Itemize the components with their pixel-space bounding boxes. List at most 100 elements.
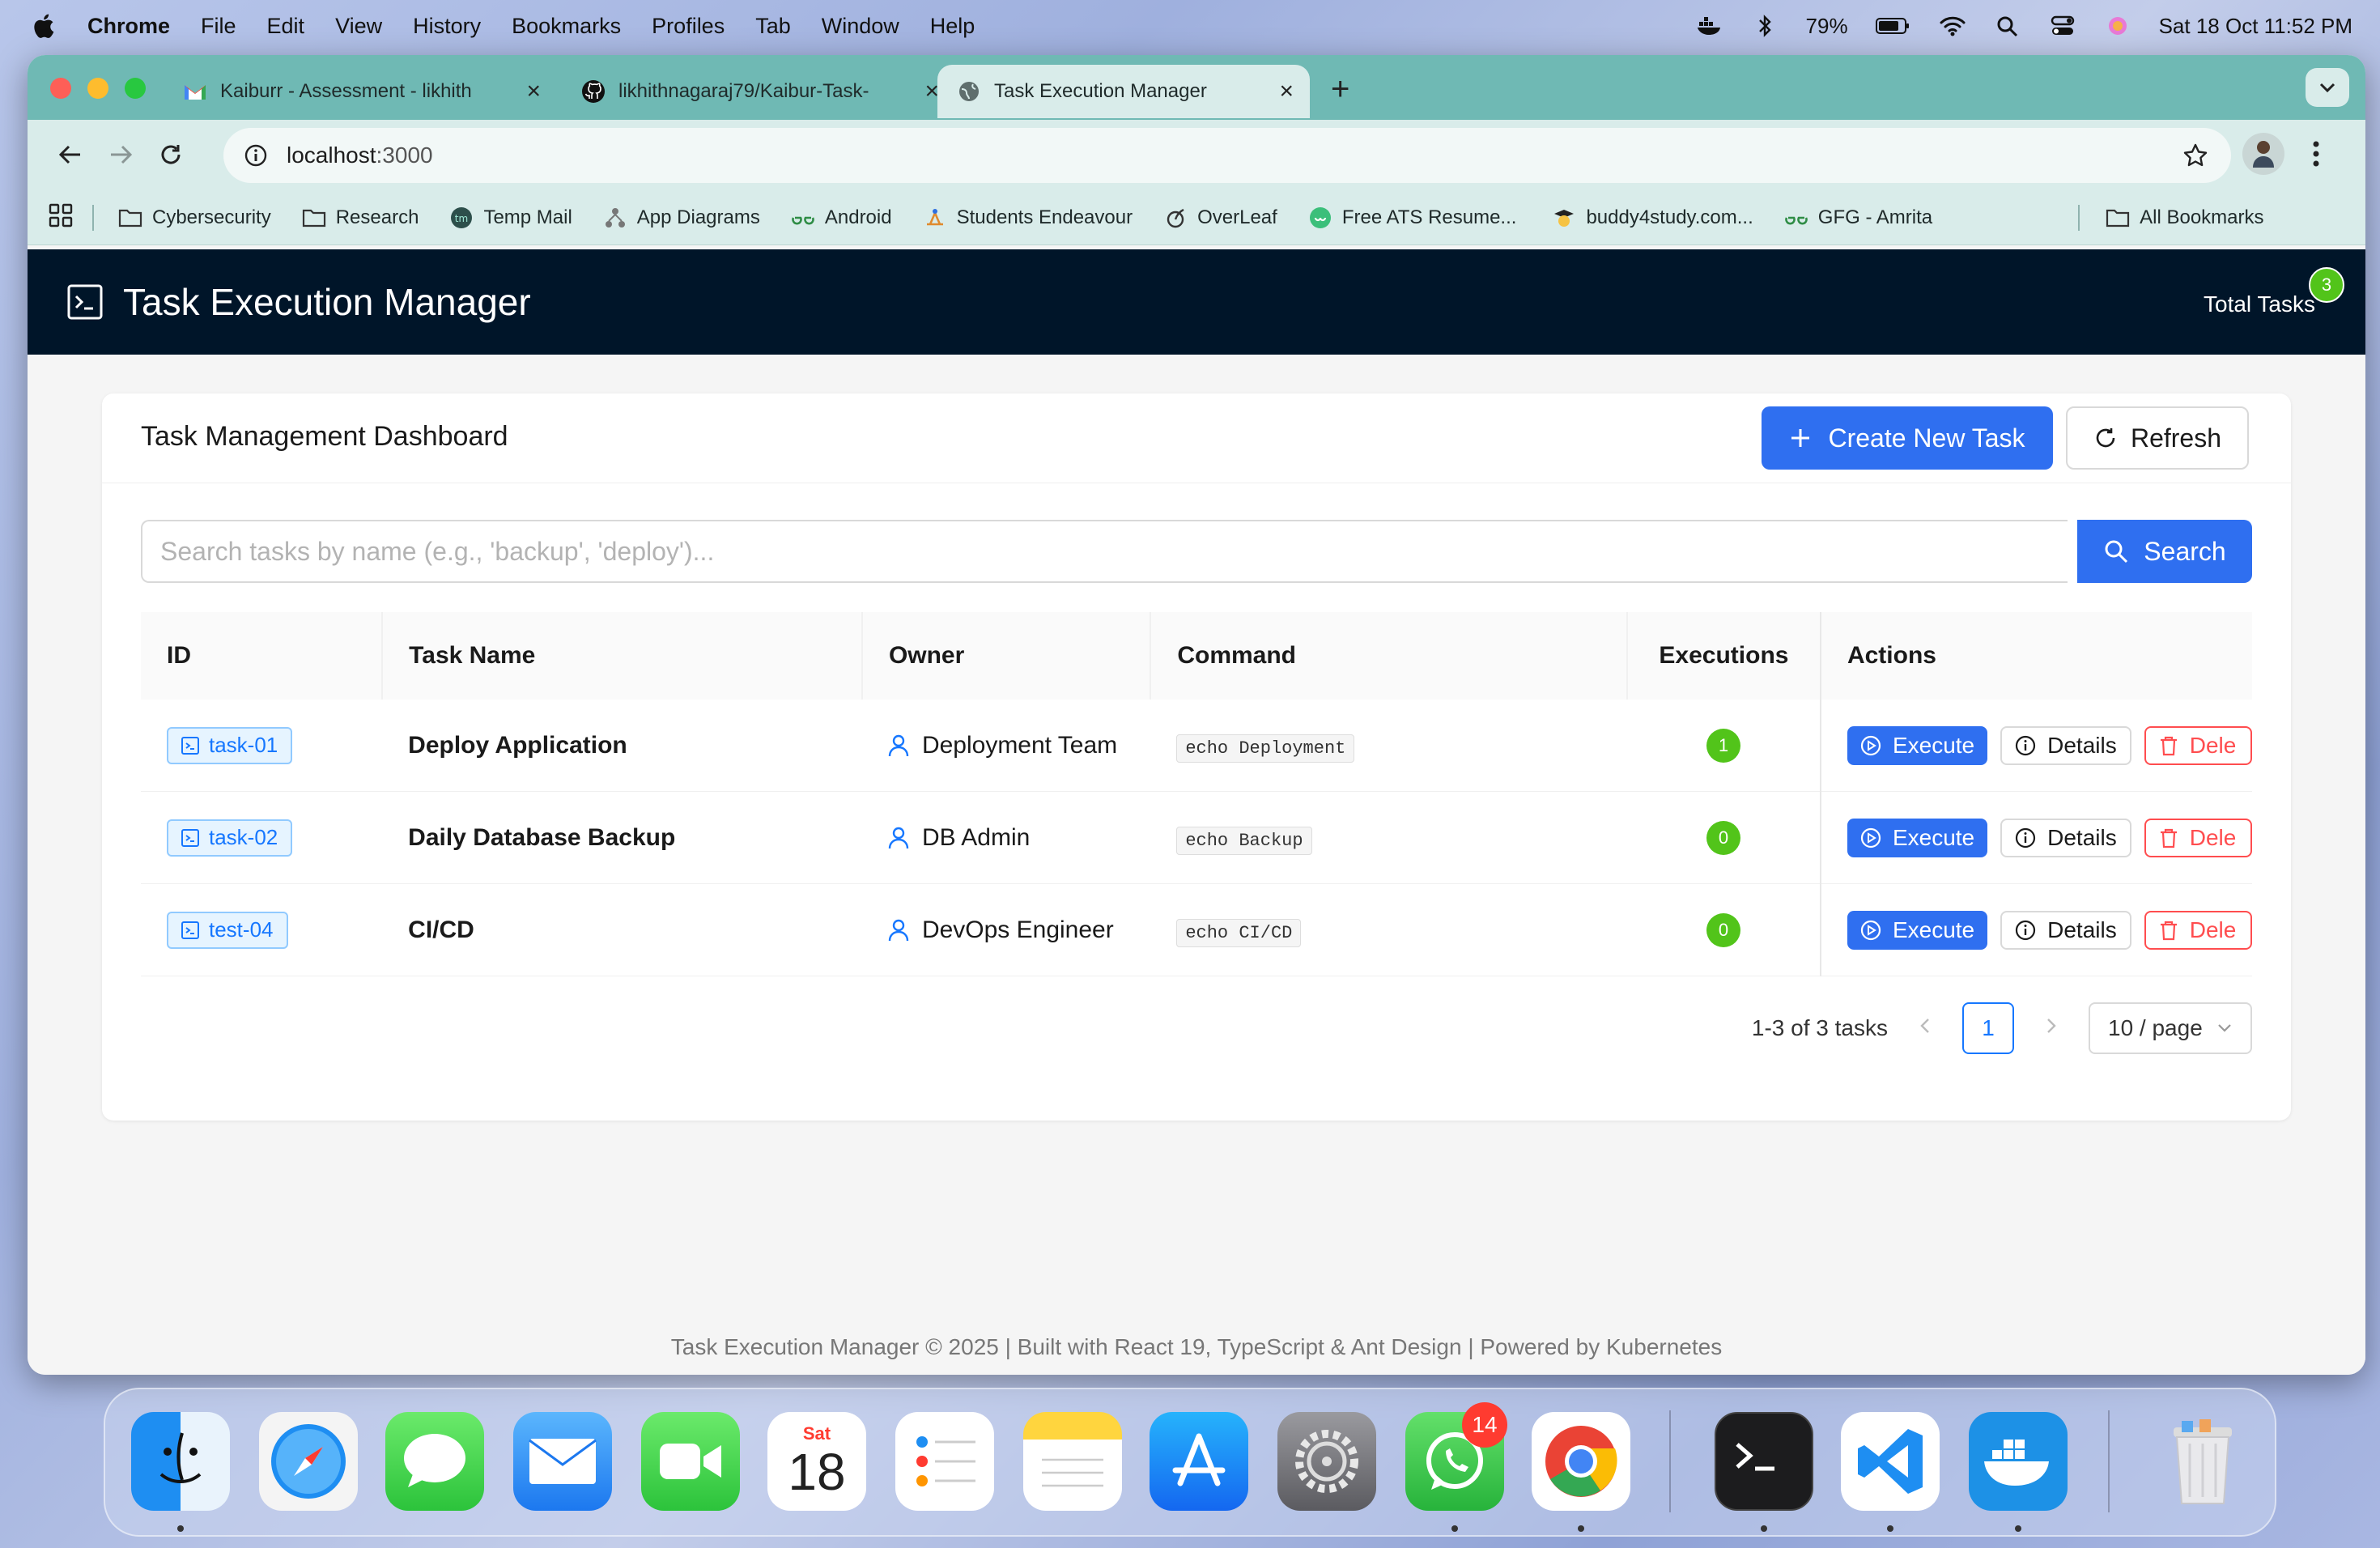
tab-gmail[interactable]: Kaiburr - Assessment - likhith × xyxy=(164,65,557,118)
dock-vscode[interactable] xyxy=(1841,1412,1940,1511)
delete-button[interactable]: Dele xyxy=(2144,910,2252,950)
forward-arrow-icon[interactable] xyxy=(102,136,139,173)
refresh-button[interactable]: Refresh xyxy=(2066,406,2249,470)
url-text[interactable]: localhost:3000 xyxy=(287,142,433,168)
bookmark-temp-mail[interactable]: tm Temp Mail xyxy=(449,206,572,229)
dock-facetime[interactable] xyxy=(641,1412,740,1511)
execute-button[interactable]: Execute xyxy=(1847,910,1988,950)
execute-button[interactable]: Execute xyxy=(1847,818,1988,857)
menu-help[interactable]: Help xyxy=(930,14,975,39)
wifi-icon[interactable] xyxy=(1939,14,1966,38)
column-header-command[interactable]: Command xyxy=(1150,612,1627,700)
menu-edit[interactable]: Edit xyxy=(267,14,305,39)
back-arrow-icon[interactable] xyxy=(52,136,89,173)
dock-docker[interactable] xyxy=(1969,1412,2068,1511)
address-bar[interactable]: localhost:3000 xyxy=(223,128,2231,183)
dock-terminal[interactable] xyxy=(1715,1412,1813,1511)
new-tab-icon[interactable]: + xyxy=(1331,71,1349,108)
dock-system-settings[interactable] xyxy=(1277,1412,1376,1511)
play-circle-icon xyxy=(1860,827,1881,848)
search-button[interactable]: Search xyxy=(2077,520,2252,583)
menu-profiles[interactable]: Profiles xyxy=(652,14,725,39)
dock-trash[interactable] xyxy=(2153,1412,2252,1511)
bookmark-app-diagrams[interactable]: App Diagrams xyxy=(603,206,760,229)
bookmark-android[interactable]: Android xyxy=(791,206,892,229)
menu-bookmarks[interactable]: Bookmarks xyxy=(512,14,621,39)
bookmark-research[interactable]: Research xyxy=(302,206,419,229)
dock-messages[interactable] xyxy=(385,1412,484,1511)
bluetooth-icon[interactable] xyxy=(1751,14,1779,38)
dock-app-store[interactable] xyxy=(1150,1412,1248,1511)
close-tab-icon[interactable]: × xyxy=(1279,78,1294,105)
button-label: Dele xyxy=(2189,916,2237,942)
battery-icon[interactable] xyxy=(1875,14,1911,38)
tab-task-execution-manager[interactable]: Task Execution Manager × xyxy=(937,65,1310,118)
dock-safari[interactable] xyxy=(259,1412,358,1511)
close-tab-icon[interactable]: × xyxy=(526,78,541,105)
apps-grid-icon[interactable] xyxy=(49,203,73,233)
create-new-task-button[interactable]: Create New Task xyxy=(1762,406,2053,470)
bookmark-free-ats-resume[interactable]: Free ATS Resume... xyxy=(1308,206,1516,229)
column-header-executions[interactable]: Executions xyxy=(1626,612,1821,700)
delete-button[interactable]: Dele xyxy=(2144,818,2252,857)
tab-search-chevron-icon[interactable] xyxy=(2306,68,2349,107)
bookmark-label: Research xyxy=(335,206,419,228)
bookmark-overleaf[interactable]: OverLeaf xyxy=(1163,206,1277,229)
page-number-button[interactable]: 1 xyxy=(1962,1002,2014,1054)
owner-label: DevOps Engineer xyxy=(921,916,1114,943)
dock-chrome[interactable] xyxy=(1532,1412,1630,1511)
clock-datetime[interactable]: Sat 18 Oct 11:52 PM xyxy=(2159,14,2352,39)
control-center-icon[interactable] xyxy=(2049,14,2076,38)
menu-file[interactable]: File xyxy=(201,14,236,39)
menu-extras: 79% Sat 18 Oct 11:52 PM xyxy=(1696,0,2352,52)
chrome-window: Kaiburr - Assessment - likhith × likhith… xyxy=(28,55,2365,1375)
dashboard-title: Task Management Dashboard xyxy=(141,421,508,452)
profile-avatar[interactable] xyxy=(2242,133,2284,175)
prev-page-chevron-icon[interactable] xyxy=(1919,1016,1932,1041)
search-input[interactable] xyxy=(141,520,2068,583)
page-size-select[interactable]: 10 / page xyxy=(2089,1002,2252,1054)
terminal-icon xyxy=(181,736,199,755)
details-button[interactable]: Details xyxy=(2000,910,2131,950)
details-button[interactable]: Details xyxy=(2000,725,2131,765)
dock-mail[interactable] xyxy=(513,1412,612,1511)
menu-app-name[interactable]: Chrome xyxy=(87,14,170,39)
column-header-owner[interactable]: Owner xyxy=(861,612,1151,700)
bookmark-buddy4study[interactable]: buddy4study.com... xyxy=(1552,206,1753,229)
reload-icon[interactable] xyxy=(152,136,189,173)
minimize-window-button[interactable] xyxy=(87,78,108,99)
menu-tab[interactable]: Tab xyxy=(755,14,791,39)
column-header-id[interactable]: ID xyxy=(141,612,383,700)
zoom-window-button[interactable] xyxy=(125,78,146,99)
bookmark-label: OverLeaf xyxy=(1197,206,1277,228)
menu-view[interactable]: View xyxy=(335,14,382,39)
tab-github[interactable]: likhithnagaraj79/Kaibur-Task- × xyxy=(562,65,955,118)
menu-history[interactable]: History xyxy=(413,14,481,39)
task-command: echo Deployment xyxy=(1176,734,1355,763)
docker-status-icon[interactable] xyxy=(1696,14,1723,38)
total-tasks-badge: 3 xyxy=(2309,267,2344,303)
apple-icon[interactable] xyxy=(31,12,55,40)
delete-button[interactable]: Dele xyxy=(2144,725,2252,765)
chrome-menu-icon[interactable] xyxy=(2312,138,2320,174)
dock-finder[interactable] xyxy=(131,1412,230,1511)
dock-calendar[interactable]: Sat 18 xyxy=(767,1412,866,1511)
dock-notes[interactable] xyxy=(1023,1412,1122,1511)
all-bookmarks-folder[interactable]: All Bookmarks xyxy=(2106,206,2264,229)
bookmark-students-endeavour[interactable]: Students Endeavour xyxy=(923,206,1133,229)
next-page-chevron-icon[interactable] xyxy=(2045,1016,2058,1041)
column-header-task-name[interactable]: Task Name xyxy=(381,612,862,700)
dock-reminders[interactable] xyxy=(895,1412,994,1511)
execute-button[interactable]: Execute xyxy=(1847,725,1988,765)
dashboard-card: Task Management Dashboard Create New Tas… xyxy=(102,393,2291,1121)
bookmark-label: All Bookmarks xyxy=(2140,206,2264,228)
spotlight-search-icon[interactable] xyxy=(1994,14,2021,38)
siri-icon[interactable] xyxy=(2104,14,2131,38)
bookmark-cybersecurity[interactable]: Cybersecurity xyxy=(118,206,271,229)
details-button[interactable]: Details xyxy=(2000,818,2131,857)
close-window-button[interactable] xyxy=(50,78,71,99)
site-info-icon[interactable] xyxy=(241,141,270,170)
bookmark-star-icon[interactable] xyxy=(2182,142,2208,172)
bookmark-gfg-amrita[interactable]: GFG - Amrita xyxy=(1784,206,1932,229)
menu-window[interactable]: Window xyxy=(822,14,899,39)
